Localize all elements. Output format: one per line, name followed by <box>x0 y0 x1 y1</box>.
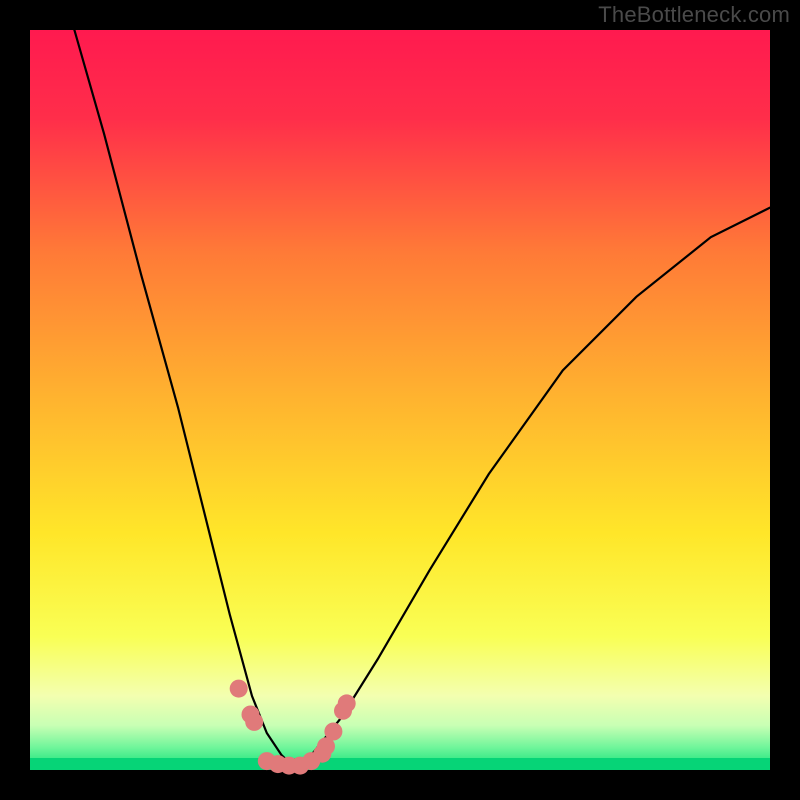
curve-marker <box>324 723 342 741</box>
green-band <box>30 758 770 770</box>
bottleneck-curve-chart <box>0 0 800 800</box>
curve-marker <box>245 713 263 731</box>
curve-marker <box>230 680 248 698</box>
curve-marker <box>338 694 356 712</box>
plot-background <box>30 30 770 770</box>
watermark-text: TheBottleneck.com <box>598 2 790 28</box>
chart-container: { "watermark": "TheBottleneck.com", "cha… <box>0 0 800 800</box>
